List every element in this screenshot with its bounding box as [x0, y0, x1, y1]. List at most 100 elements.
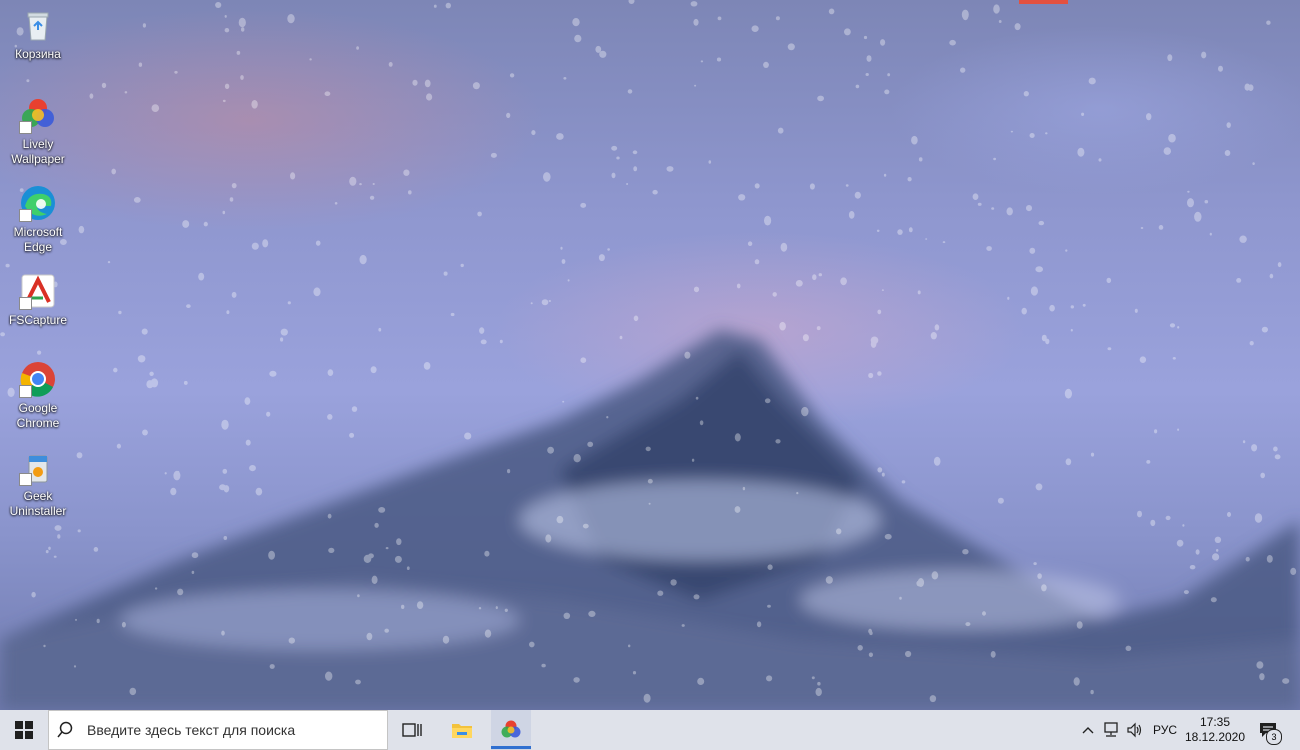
raindrop [764, 215, 772, 226]
raindrop [504, 608, 508, 612]
raindrop [695, 396, 699, 400]
raindrop [1070, 305, 1075, 309]
raindrop [268, 550, 275, 560]
language-indicator[interactable]: РУС [1148, 710, 1182, 750]
show-hidden-icons-button[interactable] [1078, 710, 1098, 750]
raindrop [545, 534, 552, 543]
raindrop [327, 414, 333, 420]
lively-wallpaper-icon [19, 96, 57, 134]
raindrop [563, 77, 567, 80]
raindrop [562, 400, 565, 403]
raindrop [1137, 510, 1142, 518]
raindrop [464, 432, 472, 440]
raindrop [1033, 562, 1037, 566]
desktop-icon-microsoft-edge[interactable]: Microsoft Edge [4, 184, 72, 255]
chevron-up-icon [1082, 727, 1094, 734]
raindrop [221, 419, 229, 430]
raindrop [1090, 689, 1094, 695]
raindrop [174, 70, 178, 74]
clock-button[interactable]: 17:35 18.12.2020 [1184, 710, 1246, 750]
raindrop [245, 439, 251, 446]
raindrop [1146, 460, 1151, 464]
raindrop [191, 570, 195, 575]
raindrop [796, 491, 799, 495]
raindrop [1201, 51, 1207, 59]
taskbar-lively-wallpaper[interactable] [491, 710, 531, 750]
raindrop [478, 607, 482, 610]
raindrop [221, 630, 225, 636]
raindrop [133, 197, 141, 203]
raindrop [563, 612, 571, 619]
start-button[interactable] [0, 710, 48, 750]
windows-logo-icon [15, 721, 33, 739]
network-button[interactable] [1100, 710, 1122, 750]
raindrop [802, 334, 809, 342]
raindrop [142, 23, 146, 28]
raindrop [223, 536, 228, 540]
desktop-icon-fscapture[interactable]: FSCapture [4, 272, 72, 328]
raindrop [499, 339, 503, 344]
desktop-icon-label: Корзина [15, 47, 61, 61]
raindrop [573, 677, 580, 683]
raindrop [75, 618, 77, 621]
taskbar-file-explorer[interactable] [442, 710, 482, 750]
raindrop [118, 310, 122, 315]
raindrop [401, 604, 405, 610]
raindrop [43, 644, 46, 648]
raindrop [647, 478, 653, 484]
raindrop [869, 631, 873, 636]
search-input[interactable]: Введите здесь текст для поиска [48, 710, 388, 750]
raindrop [611, 145, 618, 151]
raindrop [484, 550, 490, 557]
volume-button[interactable] [1124, 710, 1146, 750]
raindrop [369, 195, 375, 200]
raindrop [1154, 429, 1158, 434]
desktop-icon-geek-uninstaller[interactable]: Geek Uninstaller [4, 448, 72, 519]
raindrop [848, 211, 855, 219]
raindrop [1195, 549, 1200, 555]
desktop-icon-google-chrome[interactable]: Google Chrome [4, 360, 72, 431]
raindrop [416, 601, 424, 609]
raindrop [883, 173, 887, 177]
raindrop [423, 362, 431, 370]
shortcut-arrow-icon [19, 297, 32, 310]
raindrop [1038, 220, 1045, 226]
raindrop [1073, 677, 1080, 686]
raindrop [224, 15, 227, 18]
raindrop [324, 91, 331, 96]
raindrop [547, 446, 554, 454]
raindrop [1006, 207, 1013, 216]
raindrop [280, 328, 288, 336]
raindrop [1165, 515, 1171, 521]
raindrop [366, 632, 373, 641]
desktop-icon-recycle-bin[interactable]: Корзина [4, 6, 72, 62]
raindrop [880, 39, 886, 46]
raindrop [240, 75, 244, 80]
task-view-button[interactable] [392, 710, 432, 750]
raindrop [1098, 158, 1102, 162]
desktop-icon-lively-wallpaper[interactable]: Lively Wallpaper [4, 96, 72, 167]
raindrop [699, 420, 704, 426]
raindrop [1274, 454, 1281, 460]
raindrop [666, 166, 674, 172]
raindrop [198, 272, 205, 281]
raindrop [541, 663, 546, 668]
raindrop [1172, 357, 1176, 360]
action-center-button[interactable]: 3 [1250, 710, 1286, 750]
raindrop [154, 587, 158, 590]
raindrop [693, 18, 699, 26]
raindrop [986, 246, 992, 251]
raindrop [877, 467, 883, 473]
raindrop [327, 513, 332, 519]
raindrop [288, 637, 295, 644]
raindrop [633, 315, 639, 322]
raindrop [763, 61, 769, 68]
raindrop [628, 644, 631, 648]
raindrop [877, 309, 882, 315]
raindrop [349, 432, 355, 438]
raindrop [930, 332, 937, 340]
raindrop [628, 0, 635, 4]
raindrop [385, 547, 389, 550]
raindrop [876, 229, 880, 232]
raindrop [818, 273, 822, 277]
